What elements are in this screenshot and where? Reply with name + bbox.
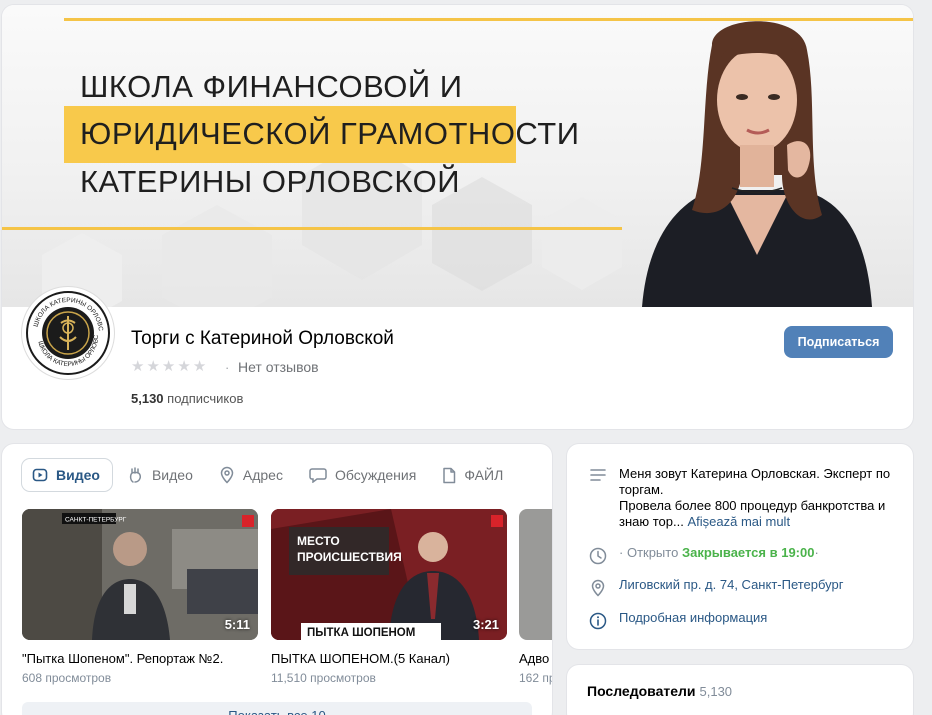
video-title[interactable]: Адво	[519, 651, 552, 666]
opening-hours[interactable]: · Открыто Закрывается в 19:00·	[619, 545, 819, 565]
followers-section: Последователи 5,130	[567, 665, 913, 715]
star-icon: ★	[131, 358, 145, 375]
video-frame: МЕСТО ПРОИСШЕСТВИЯ ПЫТКА ШОПЕНОМ	[271, 509, 507, 640]
details-row: Подробная информация	[587, 610, 767, 630]
video-duration: 5:11	[224, 617, 250, 632]
svg-text:МЕСТО: МЕСТО	[297, 534, 340, 548]
star-icon: ★	[192, 358, 207, 375]
video-item[interactable]: Адво 162 пр	[519, 509, 552, 685]
community-header: ШКОЛА ФИНАНСОВОЙ И ЮРИДИЧЕСКОЙ ГРАМОТНОС…	[2, 5, 913, 429]
tab-discussions[interactable]: Обсуждения	[299, 459, 426, 491]
rating-stars[interactable]: ★ ★ ★ ★ ★	[131, 359, 206, 375]
tab-clips[interactable]: Видео	[118, 459, 203, 491]
closing-time: Закрывается в 19:00	[681, 545, 815, 560]
tab-discussions-label: Обсуждения	[334, 467, 417, 483]
file-icon	[443, 467, 456, 483]
address-row: Лиговский пр. д. 74, Санкт-Петербург	[587, 577, 844, 597]
clips-icon	[129, 467, 141, 483]
show-all-videos-button[interactable]: Показать все 10	[22, 702, 532, 715]
video-thumbnail[interactable]: САНКТ-ПЕТЕРБУРГ 5:11	[22, 509, 258, 640]
clock-icon	[587, 545, 609, 565]
open-status: Открыто	[626, 545, 679, 560]
svg-text:ПЫТКА ШОПЕНОМ: ПЫТКА ШОПЕНОМ	[307, 627, 415, 639]
subscribers-label: подписчиков	[167, 391, 244, 406]
description-row: Меня зовут Катерина Орловская. Эксперт п…	[587, 466, 897, 530]
video-title[interactable]: "Пытка Шопеном". Репортаж №2.	[22, 651, 258, 666]
video-icon	[32, 468, 48, 482]
text-lines-icon	[587, 466, 609, 530]
location-pin-icon	[220, 466, 234, 484]
tab-address[interactable]: Адрес	[209, 459, 293, 491]
star-icon: ★	[177, 358, 191, 375]
reviews-link[interactable]: Нет отзывов	[238, 359, 319, 375]
star-icon: ★	[146, 358, 160, 375]
cover-title-line1: ШКОЛА ФИНАНСОВОЙ И	[80, 69, 463, 104]
community-avatar[interactable]: ШКОЛА КАТЕРИНЫ ОРЛОВСКОЙ ШКОЛА КАТЕРИНЫ …	[22, 283, 114, 379]
show-more-link[interactable]: Afișează mai mult	[687, 514, 790, 529]
more-info-link[interactable]: Подробная информация	[619, 610, 767, 630]
star-icon: ★	[161, 358, 176, 375]
tab-file-label: ФАЙЛ	[464, 467, 504, 483]
video-item[interactable]: САНКТ-ПЕТЕРБУРГ 5:11 "Пытка Шопеном". Ре…	[22, 509, 258, 685]
followers-count: 5,130	[699, 684, 733, 699]
school-logo: ШКОЛА КАТЕРИНЫ ОРЛОВСКОЙ ШКОЛА КАТЕРИНЫ …	[22, 283, 110, 375]
location-pin-icon	[587, 577, 609, 597]
tab-video[interactable]: Видео	[22, 459, 112, 491]
video-views: 11,510 просмотров	[271, 671, 376, 685]
video-item[interactable]: МЕСТО ПРОИСШЕСТВИЯ ПЫТКА ШОПЕНОМ 3:21 ПЫ…	[271, 509, 507, 685]
video-views: 162 пр	[519, 671, 552, 685]
media-section: Видео Видео Адрес Обсуждения ФАЙЛ САНКТ-…	[2, 444, 552, 715]
subscribers-count[interactable]: 5,130 подписчиков	[131, 391, 243, 406]
cover-title-line3: КАТЕРИНЫ ОРЛОВСКОЙ	[80, 164, 460, 199]
video-thumbnail[interactable]	[519, 509, 552, 640]
chat-bubble-icon	[309, 468, 327, 483]
followers-title: Последователи	[587, 683, 696, 699]
svg-text:ПРОИСШЕСТВИЯ: ПРОИСШЕСТВИЯ	[297, 550, 402, 564]
media-tabs: Видео Видео Адрес Обсуждения ФАЙЛ	[22, 458, 519, 492]
subscribe-button[interactable]: Подписаться	[784, 326, 893, 358]
video-frame: САНКТ-ПЕТЕРБУРГ	[22, 509, 258, 640]
svg-text:САНКТ-ПЕТЕРБУРГ: САНКТ-ПЕТЕРБУРГ	[65, 517, 127, 524]
tab-video-label: Видео	[56, 467, 100, 483]
info-icon	[587, 610, 609, 630]
video-views: 608 просмотров	[22, 671, 112, 685]
tab-clips-label: Видео	[151, 467, 193, 483]
video-title[interactable]: ПЫТКА ШОПЕНОМ.(5 Канал)	[271, 651, 507, 666]
portrait-photo	[642, 21, 872, 307]
info-section: Меня зовут Катерина Орловская. Эксперт п…	[567, 444, 913, 649]
address-link[interactable]: Лиговский пр. д. 74, Санкт-Петербург	[619, 577, 844, 597]
video-duration: 3:21	[472, 617, 499, 632]
video-thumbnail[interactable]: МЕСТО ПРОИСШЕСТВИЯ ПЫТКА ШОПЕНОМ 3:21	[271, 509, 507, 640]
subscribers-number: 5,130	[131, 391, 164, 406]
video-list: САНКТ-ПЕТЕРБУРГ 5:11 "Пытка Шопеном". Ре…	[22, 509, 552, 689]
cover-title-line2: ЮРИДИЧЕСКОЙ ГРАМОТНОСТИ	[80, 116, 580, 151]
rating-separator: ·	[225, 360, 230, 375]
followers-header[interactable]: Последователи 5,130	[587, 683, 732, 699]
cover-image: ШКОЛА ФИНАНСОВОЙ И ЮРИДИЧЕСКОЙ ГРАМОТНОС…	[2, 5, 913, 307]
cover-bottom-line	[2, 227, 622, 230]
description-block: Меня зовут Катерина Орловская. Эксперт п…	[619, 466, 895, 530]
hours-row: · Открыто Закрывается в 19:00·	[587, 545, 819, 565]
tab-file[interactable]: ФАЙЛ	[432, 459, 513, 491]
tab-address-label: Адрес	[242, 467, 283, 483]
community-title: Торги с Катериной Орловской	[131, 328, 394, 349]
